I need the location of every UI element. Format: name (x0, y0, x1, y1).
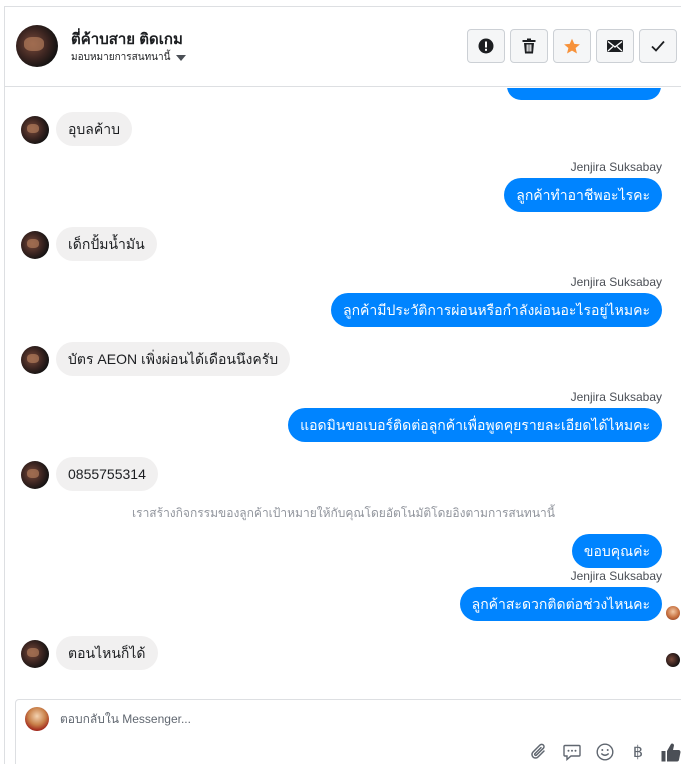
contact-seen-avatar (666, 653, 680, 667)
contact-name[interactable]: ตี่ค้าบสาย ติดเกม (71, 27, 183, 51)
contact-avatar-small (21, 116, 49, 144)
assign-conversation-dropdown[interactable]: มอบหมายการสนทนานี้ (71, 50, 187, 65)
baht-icon: ฿ (632, 744, 644, 761)
sender-name: Jenjira Suksabay (570, 275, 662, 289)
quick-reply-button[interactable] (562, 742, 582, 762)
conversation-header: ตี่ค้าบสาย ติดเกม มอบหมายการสนทนานี้ (5, 7, 681, 87)
paperclip-icon (531, 743, 545, 759)
thumbs-up-icon (661, 743, 681, 762)
like-button[interactable] (661, 742, 681, 762)
contact-avatar-small (21, 461, 49, 489)
check-icon (651, 40, 665, 52)
contact-avatar-small (21, 640, 49, 668)
envelope-icon (607, 40, 623, 52)
incoming-message: บัตร AEON เพิ่งผ่อนได้เดือนนึงครับ (56, 342, 291, 376)
incoming-message: อุบลค้าบ (56, 112, 132, 146)
caret-down-icon (176, 54, 187, 61)
mark-done-button[interactable] (639, 29, 677, 63)
assign-label: มอบหมายการสนทนานี้ (71, 52, 171, 63)
quick-reply-icon (563, 744, 581, 761)
message-bubble-partial (507, 88, 661, 100)
contact-avatar-small (21, 346, 49, 374)
outgoing-message: ลูกค้ามีประวัติการผ่อนหรือกำลังผ่อนอะไรอ… (330, 293, 662, 327)
outgoing-message: ลูกค้าสะดวกติดต่อช่วงไหนคะ (459, 587, 662, 621)
sender-name: Jenjira Suksabay (570, 569, 662, 583)
message-thread[interactable]: อุบลค้าบ Jenjira Suksabay ลูกค้าทำอาชีพอ… (5, 88, 681, 698)
payment-button[interactable]: ฿ (628, 742, 648, 762)
composer-tools: ฿ (529, 742, 681, 762)
outgoing-message: แอดมินขอเบอร์ติดต่อลูกค้าเพื่อพูดคุยรายล… (288, 408, 662, 442)
trash-icon (522, 38, 536, 54)
star-button[interactable] (553, 29, 591, 63)
conversation-panel: ตี่ค้าบสาย ติดเกม มอบหมายการสนทนานี้ อุบ… (4, 6, 681, 764)
alert-icon (478, 38, 494, 54)
incoming-message: 0855755314 (56, 457, 158, 491)
contact-avatar-small (21, 231, 49, 259)
emoji-icon (596, 743, 614, 761)
reply-composer: ฿ (15, 699, 681, 764)
incoming-message: ตอนไหนก็ได้ (56, 636, 158, 670)
sender-name: Jenjira Suksabay (570, 160, 662, 174)
star-icon (564, 38, 580, 54)
mark-spam-button[interactable] (467, 29, 505, 63)
page-avatar (25, 707, 49, 731)
system-note: เราสร้างกิจกรรมของลูกค้าเป้าหมายให้กับคุ… (132, 506, 555, 520)
reply-input[interactable] (60, 712, 460, 726)
sender-name: Jenjira Suksabay (570, 390, 662, 404)
attach-file-button[interactable] (529, 742, 549, 762)
outgoing-message: ขอบคุณค่ะ (571, 534, 662, 568)
incoming-message: เด็กปั้มน้ำมัน (56, 227, 157, 261)
emoji-button[interactable] (595, 742, 615, 762)
mark-unread-button[interactable] (596, 29, 634, 63)
header-actions (467, 29, 677, 63)
contact-avatar[interactable] (16, 25, 58, 67)
outgoing-message: ลูกค้าทำอาชีพอะไรคะ (504, 178, 662, 212)
seen-indicator-avatar (666, 606, 680, 620)
delete-button[interactable] (510, 29, 548, 63)
